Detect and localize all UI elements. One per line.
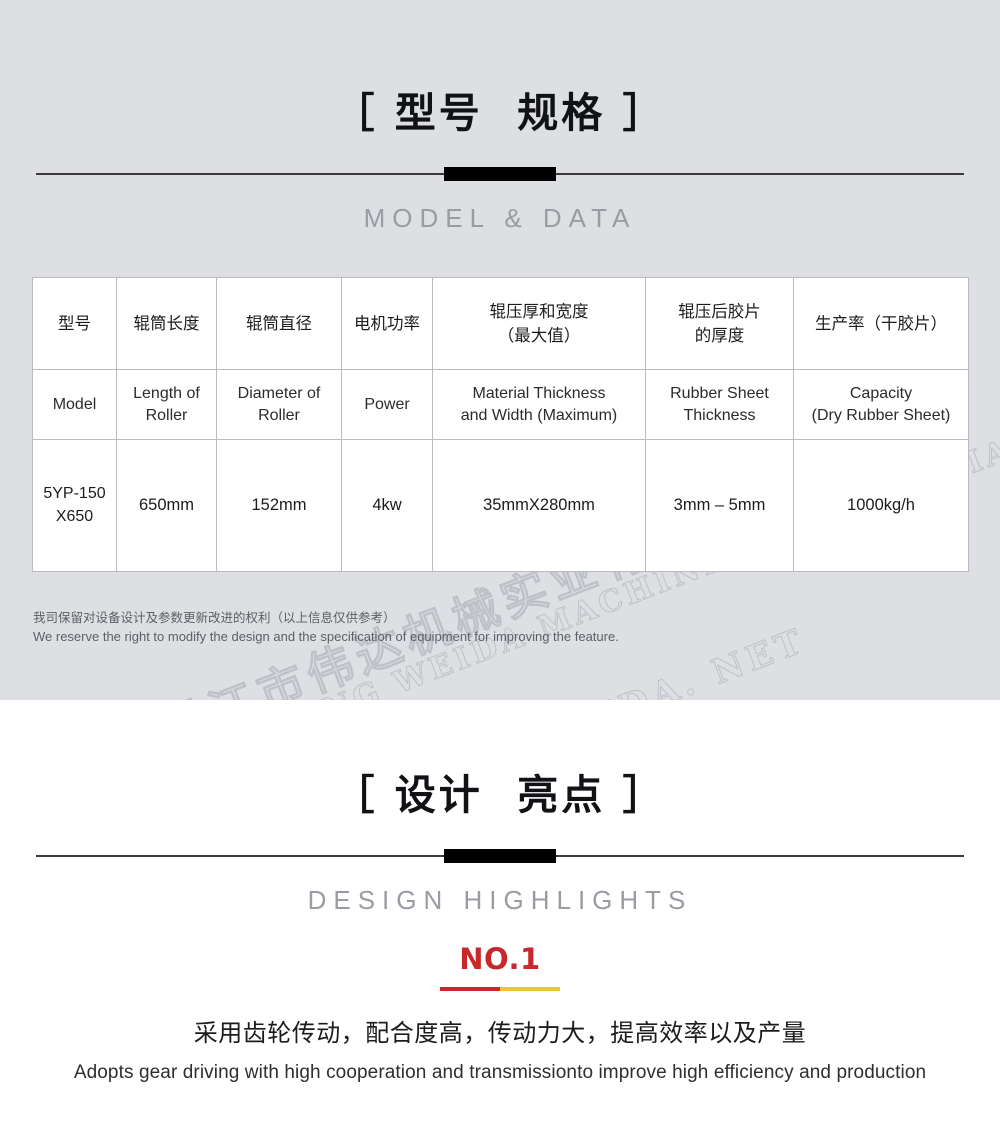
model-heading-en: MODEL & DATA [363,203,637,233]
header-cell-roller-length-cn: 辊筒长度 [116,277,217,370]
header-cell-roller-length-en: Length of Roller [116,369,217,440]
rule-center-block [444,167,556,181]
cell-material: 35mmX280mm [432,439,646,572]
underline-left-segment [440,987,500,991]
disclaimer-en: We reserve the right to modify the desig… [33,629,619,645]
header-cell-capacity-cn: 生产率（干胶片） [793,277,969,370]
table-row: 5YP-150 X650 650mm 152mm 4kw 35mmX280mm … [32,439,969,572]
header-cell-power-cn: 电机功率 [341,277,433,370]
table-header-row-en: Model Length of Roller Diameter of Rolle… [32,369,969,440]
table-header-row-cn: 型号 辊筒长度 辊筒直径 电机功率 辊压厚和宽度 （最大值） 辊压后胶片 的厚度… [32,277,969,370]
underline-right-segment [500,987,560,991]
disclaimer: 我司保留对设备设计及参数更新改进的权利（以上信息仅供参考） We reserve… [33,608,933,648]
cell-sheet-thickness: 3mm – 5mm [645,439,794,572]
cell-roller-diameter: 152mm [216,439,342,572]
header-cell-roller-diameter-en: Diameter of Roller [216,369,342,440]
highlight-number-underline [440,987,560,991]
header-cell-model-en: Model [32,369,117,440]
header-cell-roller-diameter-cn: 辊筒直径 [216,277,342,370]
highlights-heading-en: DESIGN HIGHLIGHTS [307,885,693,915]
rule-center-block [444,849,556,863]
highlight-text-en: Adopts gear driving with high cooperatio… [73,1062,927,1084]
highlights-heading-rule [36,849,964,863]
highlights-heading-cn: ［ 设计 亮点 ］ [333,771,667,819]
model-data-section: ［ 型号 规格 ］ MODEL & DATA 湛江市伟达机械实业有限公司 ZHA… [0,0,1000,700]
header-cell-power-en: Power [341,369,433,440]
header-cell-model-cn: 型号 [32,277,117,370]
disclaimer-cn: 我司保留对设备设计及参数更新改进的权利（以上信息仅供参考） [33,610,396,625]
model-heading-rule [36,167,964,181]
header-cell-sheet-thickness-cn: 辊压后胶片 的厚度 [645,277,794,370]
header-cell-capacity-en: Capacity (Dry Rubber Sheet) [793,369,969,440]
cell-capacity: 1000kg/h [793,439,969,572]
cell-power: 4kw [341,439,433,572]
specification-table: 型号 辊筒长度 辊筒直径 电机功率 辊压厚和宽度 （最大值） 辊压后胶片 的厚度… [32,277,969,572]
highlight-item: NO.1 采用齿轮传动，配合度高，传动力大，提高效率以及产量 Adopts ge… [0,945,1000,1088]
cell-roller-length: 650mm [116,439,217,572]
model-heading-group: ［ 型号 规格 ］ MODEL & DATA [0,93,1000,231]
model-heading-cn: ［ 型号 规格 ］ [333,89,667,137]
header-cell-sheet-thickness-en: Rubber Sheet Thickness [645,369,794,440]
header-cell-material-cn: 辊压厚和宽度 （最大值） [432,277,646,370]
highlight-text-cn: 采用齿轮传动，配合度高，传动力大，提高效率以及产量 [193,1019,807,1047]
highlight-number: NO.1 [459,942,541,976]
header-cell-material-en: Material Thickness and Width (Maximum) [432,369,646,440]
cell-model: 5YP-150 X650 [32,439,117,572]
highlights-heading-group: ［ 设计 亮点 ］ DESIGN HIGHLIGHTS [0,775,1000,913]
page-root: ［ 型号 规格 ］ MODEL & DATA 湛江市伟达机械实业有限公司 ZHA… [0,0,1000,1122]
design-highlights-section: ［ 设计 亮点 ］ DESIGN HIGHLIGHTS NO.1 采用齿轮传动，… [0,700,1000,1122]
